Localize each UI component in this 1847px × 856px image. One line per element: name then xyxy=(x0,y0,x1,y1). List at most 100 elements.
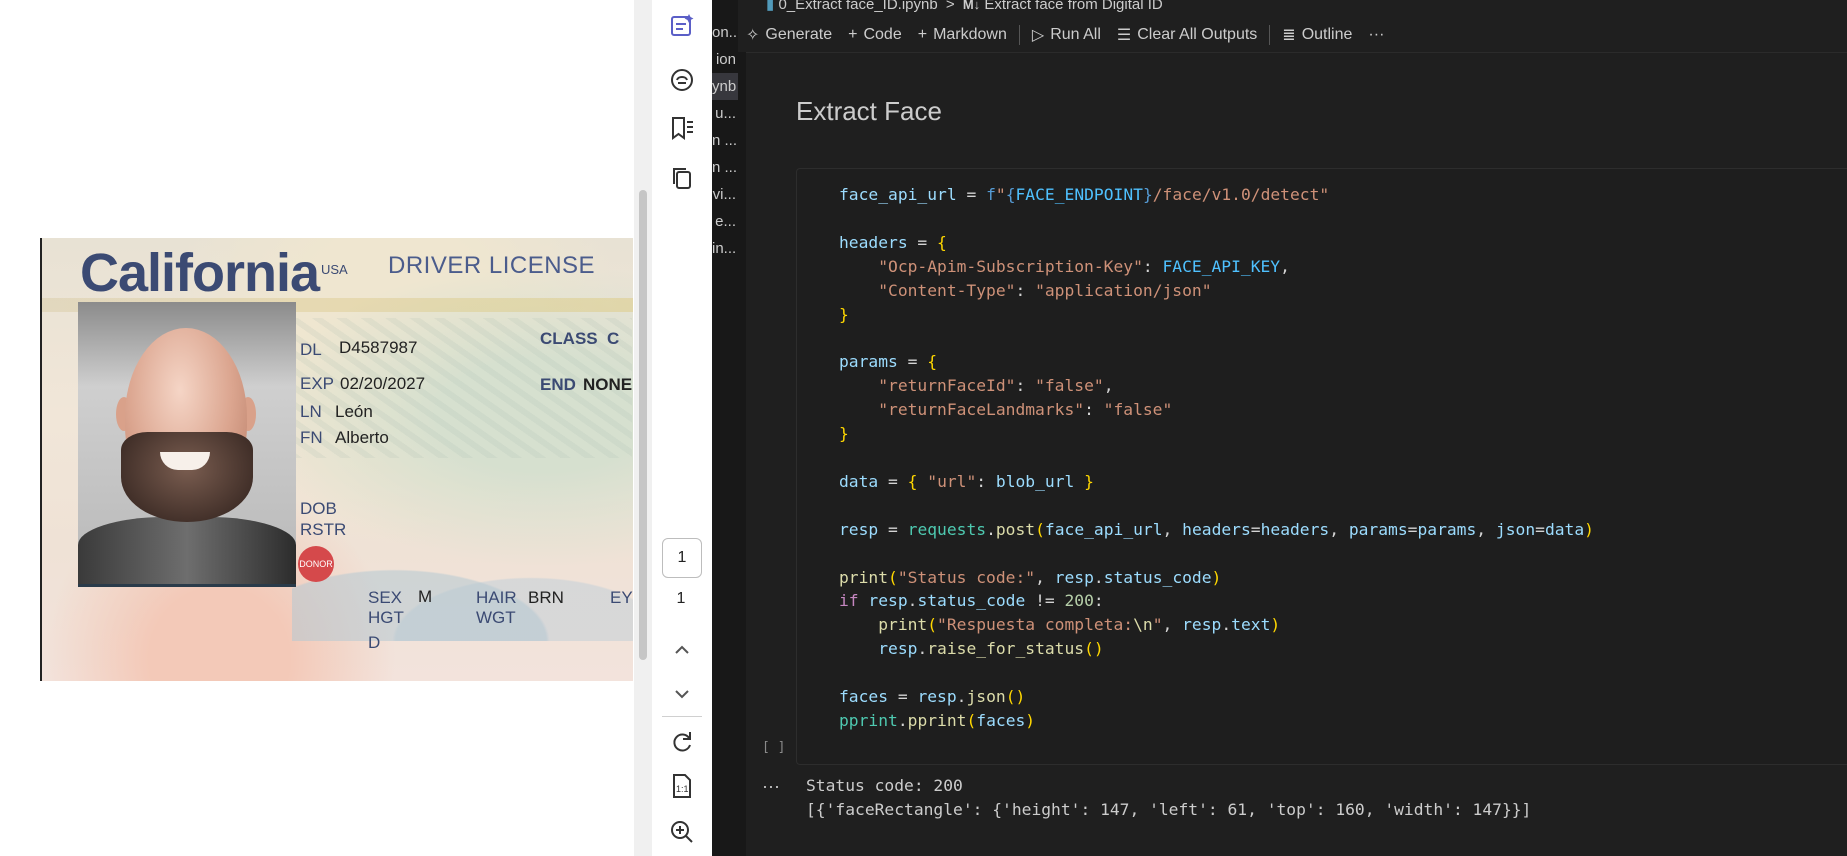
add-markdown-button[interactable]: + Markdown xyxy=(910,22,1015,48)
code-line: resp = requests.post(face_api_url, heade… xyxy=(839,519,1594,539)
hair-value: BRN xyxy=(528,588,564,607)
play-icon: ▷ xyxy=(1031,27,1045,44)
eyes-label: EY xyxy=(610,588,633,607)
exp-label: EXP xyxy=(300,374,335,393)
wgt-label: WGT xyxy=(476,608,516,627)
markdown-section-icon: M↓ xyxy=(962,0,981,12)
cell-output: Status code: 200 [{'faceRectangle': {'he… xyxy=(806,774,1531,822)
code-line: if resp.status_code != 200: xyxy=(839,591,1104,611)
dob-label: DOB xyxy=(300,499,337,518)
driver-license-image: California USA DRIVER LICENSE DL D458798… xyxy=(40,238,633,681)
explorer-sidebar: on... ion ynb u... n ... n ... vi... e..… xyxy=(712,0,738,856)
page-number-input[interactable]: 1 xyxy=(662,538,702,578)
output-line: [{'faceRectangle': {'height': 147, 'left… xyxy=(806,800,1532,819)
code-line: print("Status code:", resp.status_code) xyxy=(839,567,1222,587)
viewer-scrollbar[interactable] xyxy=(634,0,652,856)
explorer-item[interactable]: e... xyxy=(712,208,738,235)
explorer-item[interactable]: in... xyxy=(712,235,738,262)
photo-beard xyxy=(121,432,253,522)
strip-divider xyxy=(662,716,702,717)
code-label: Code xyxy=(863,26,902,43)
code-line: } xyxy=(839,304,849,324)
actual-size-icon[interactable]: 1:1 xyxy=(668,772,696,800)
dl-value: D4587987 xyxy=(339,338,418,357)
outline-label: Outline xyxy=(1301,26,1353,43)
photo-shirt xyxy=(78,517,296,584)
code-line: "Ocp-Apim-Subscription-Key": FACE_API_KE… xyxy=(839,256,1290,276)
fn-value: Alberto xyxy=(335,428,389,447)
breadcrumb-section[interactable]: Extract face from Digital ID xyxy=(984,0,1162,13)
svg-text:1:1: 1:1 xyxy=(676,784,689,794)
notebook-header: ▮ 0_Extract face_ID.ipynb > M↓ Extract f… xyxy=(738,0,1847,53)
breadcrumb: ▮ 0_Extract face_ID.ipynb > M↓ Extract f… xyxy=(766,0,1163,13)
code-line: resp.raise_for_status() xyxy=(878,639,1104,659)
explorer-item[interactable]: u... xyxy=(712,100,738,127)
clear-all-outputs-button[interactable]: ☰ Clear All Outputs xyxy=(1109,22,1265,48)
bookmark-list-icon[interactable] xyxy=(668,114,696,142)
code-cell[interactable]: face_api_url = f"{FACE_ENDPOINT}/face/v1… xyxy=(796,168,1847,765)
chevron-down-icon[interactable] xyxy=(668,680,696,708)
viewer-toolstrip: 1 1 1:1 xyxy=(652,0,713,856)
markdown-heading: Extract Face xyxy=(796,96,942,126)
toolbar-divider xyxy=(1018,25,1020,45)
exp-value: 02/20/2027 xyxy=(340,374,426,393)
d-label: D xyxy=(368,633,381,652)
card-country: USA xyxy=(321,262,348,277)
sex-label: SEX xyxy=(368,588,403,607)
hair-label: HAIR xyxy=(476,588,517,607)
output-actions-button[interactable]: ··· xyxy=(762,776,780,797)
zoom-in-icon[interactable] xyxy=(668,818,696,846)
refresh-icon[interactable] xyxy=(668,728,696,756)
generate-button[interactable]: ✧ Generate xyxy=(738,22,840,48)
copilot-icon[interactable] xyxy=(668,66,696,94)
code-line: print("Respuesta completa:\n", resp.text… xyxy=(878,615,1281,635)
code-line: "returnFaceLandmarks": "false" xyxy=(839,400,1173,420)
hgt-label: HGT xyxy=(368,608,404,627)
code-line: pprint.pprint(faces) xyxy=(839,710,1036,730)
card-title: DRIVER LICENSE xyxy=(388,252,596,279)
generate-label: Generate xyxy=(765,26,833,43)
code-line: face_api_url = f"{FACE_ENDPOINT}/face/v1… xyxy=(839,185,1330,204)
viewer-scrollbar-thumb[interactable] xyxy=(639,190,647,660)
code-line: headers = { xyxy=(839,232,947,252)
explorer-item[interactable]: on... xyxy=(712,19,738,46)
face-photo xyxy=(78,302,296,587)
code-line: params = { xyxy=(839,352,938,372)
explorer-item[interactable]: n ... xyxy=(712,154,738,181)
end-value: NONE xyxy=(583,375,633,394)
ln-label: LN xyxy=(300,402,322,421)
page-total: 1 xyxy=(676,590,686,607)
editor-gutter xyxy=(738,52,746,856)
markdown-label: Markdown xyxy=(933,26,1007,43)
code-line: faces = resp.json() xyxy=(839,687,1026,707)
image-viewer: California USA DRIVER LICENSE DL D458798… xyxy=(0,0,634,856)
toolbar-divider xyxy=(1269,25,1271,45)
chevron-up-icon[interactable] xyxy=(668,636,696,664)
explorer-item[interactable]: ion xyxy=(712,46,738,73)
code-line: "returnFaceId": "false", xyxy=(839,376,1114,396)
run-all-button[interactable]: ▷ Run All xyxy=(1024,22,1109,48)
class-label: CLASS xyxy=(540,329,598,348)
add-code-button[interactable]: + Code xyxy=(840,22,910,48)
explorer-item-selected[interactable]: ynb xyxy=(712,73,738,100)
more-actions-button[interactable]: ··· xyxy=(1360,22,1392,48)
notebook-toolbar: ✧ Generate + Code + Markdown ▷ Run All ☰ Clea… xyxy=(738,22,1392,48)
dl-label: DL xyxy=(300,340,322,359)
code-line: "Content-Type": "application/json" xyxy=(839,280,1212,300)
plus-icon: + xyxy=(917,26,928,43)
notebook-editor: ▮ 0_Extract face_ID.ipynb > M↓ Extract f… xyxy=(738,0,1847,856)
plus-icon: + xyxy=(848,26,858,43)
code-line: } xyxy=(839,424,849,444)
outline-button[interactable]: ≣ Outline xyxy=(1274,22,1360,48)
execution-count: [ ] xyxy=(762,740,786,755)
breadcrumb-file[interactable]: 0_Extract face_ID.ipynb xyxy=(778,0,937,13)
explorer-item[interactable]: n ... xyxy=(712,127,738,154)
code-editor[interactable]: face_api_url = f"{FACE_ENDPOINT}/face/v1… xyxy=(839,183,1594,733)
explorer-item[interactable]: vi... xyxy=(712,181,738,208)
sparkle-edit-icon[interactable] xyxy=(668,12,696,40)
rstr-label: RSTR xyxy=(300,520,347,539)
card-background-art xyxy=(292,531,633,641)
copy-icon[interactable] xyxy=(668,164,696,192)
class-value: C xyxy=(607,329,620,348)
list-icon: ≣ xyxy=(1282,27,1296,44)
